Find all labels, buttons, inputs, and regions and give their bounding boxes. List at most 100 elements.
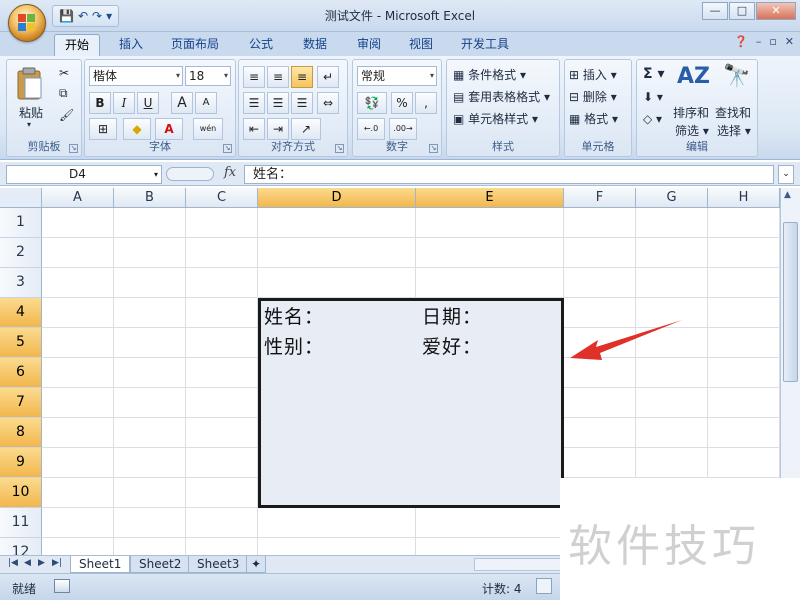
cell-d4[interactable]: 姓名： — [264, 302, 324, 329]
align-center-icon[interactable]: ☰ — [267, 92, 289, 114]
prev-sheet-icon[interactable]: ◀ — [24, 558, 31, 568]
tab-developer[interactable]: 开发工具 — [452, 34, 518, 56]
clipboard-launcher-icon[interactable]: ↘ — [69, 144, 78, 153]
sheet-tab-sheet2[interactable]: Sheet2 — [130, 556, 191, 573]
tab-home[interactable]: 开始 — [54, 34, 100, 56]
row-header-9[interactable]: 9 — [0, 448, 42, 478]
format-as-table-button[interactable]: ▤ 套用表格格式 ▾ — [453, 88, 550, 105]
column-header-e[interactable]: E — [416, 188, 564, 208]
align-left-icon[interactable]: ☰ — [243, 92, 265, 114]
scroll-up-icon[interactable]: ▲ — [784, 190, 791, 200]
comma-style-button[interactable]: , — [415, 92, 437, 114]
row-header-7[interactable]: 7 — [0, 388, 42, 418]
first-sheet-icon[interactable]: |◀ — [8, 558, 18, 568]
number-launcher-icon[interactable]: ↘ — [429, 144, 438, 153]
tab-view[interactable]: 视图 — [398, 34, 444, 56]
ribbon-minimize-icon[interactable]: – — [756, 35, 762, 48]
column-header-c[interactable]: C — [186, 188, 258, 208]
row-header-2[interactable]: 2 — [0, 238, 42, 268]
conditional-formatting-button[interactable]: ▦ 条件格式 ▾ — [453, 66, 526, 83]
paste-button[interactable] — [15, 66, 45, 102]
insert-function-icon[interactable]: fx — [224, 165, 236, 180]
cell-d5[interactable]: 性别： — [264, 332, 324, 359]
font-name-select[interactable]: 楷体 ▾ — [89, 66, 183, 86]
number-format-select[interactable]: 常规 ▾ — [357, 66, 437, 86]
name-box[interactable]: D4 ▾ — [6, 165, 162, 184]
decrease-indent-icon[interactable]: ⇤ — [243, 118, 265, 140]
fill-color-icon[interactable]: ◆ — [123, 118, 151, 140]
next-sheet-icon[interactable]: ▶ — [38, 558, 45, 568]
selected-range-d4-e10[interactable] — [258, 298, 564, 508]
cut-icon[interactable]: ✂ — [59, 66, 69, 80]
maximize-button[interactable]: □ — [729, 2, 755, 20]
delete-cells-button[interactable]: ⊟ 删除 ▾ — [569, 88, 617, 105]
find-select-label-2[interactable]: 选择 ▾ — [717, 122, 751, 139]
sort-filter-label-2[interactable]: 筛选 ▾ — [675, 122, 709, 139]
help-icon[interactable]: ❓ — [734, 35, 748, 48]
paste-dropdown-icon[interactable]: ▾ — [27, 120, 31, 129]
row-header-1[interactable]: 1 — [0, 208, 42, 238]
find-select-icon[interactable]: 🔭 — [723, 64, 750, 89]
column-header-a[interactable]: A — [42, 188, 114, 208]
formula-expand-icon[interactable]: ⌄ — [778, 165, 794, 184]
italic-button[interactable]: I — [113, 92, 135, 114]
autosum-icon[interactable]: Σ ▾ — [643, 66, 664, 82]
tab-data[interactable]: 数据 — [292, 34, 338, 56]
cell-styles-button[interactable]: ▣ 单元格样式 ▾ — [453, 110, 538, 127]
row-header-5[interactable]: 5 — [0, 328, 42, 358]
row-header-8[interactable]: 8 — [0, 418, 42, 448]
tab-formulas[interactable]: 公式 — [238, 34, 284, 56]
column-header-f[interactable]: F — [564, 188, 636, 208]
column-header-d[interactable]: D — [258, 188, 416, 208]
ribbon-close-icon[interactable]: ✕ — [785, 35, 794, 48]
merge-center-icon[interactable]: ⇔ — [317, 92, 339, 114]
wrap-text-icon[interactable]: ↵ — [317, 66, 339, 88]
paste-label[interactable]: 粘贴 — [19, 104, 43, 121]
row-header-12[interactable]: 12 — [0, 538, 42, 555]
align-bottom-icon[interactable]: ≡ — [291, 66, 313, 88]
alignment-launcher-icon[interactable]: ↘ — [335, 144, 344, 153]
font-color-button[interactable]: A — [155, 118, 183, 140]
tab-review[interactable]: 审阅 — [346, 34, 392, 56]
formula-bar-splitter[interactable] — [166, 167, 214, 181]
format-cells-button[interactable]: ▦ 格式 ▾ — [569, 110, 618, 127]
column-header-b[interactable]: B — [114, 188, 186, 208]
bold-button[interactable]: B — [89, 92, 111, 114]
horizontal-scrollbar[interactable] — [474, 558, 564, 571]
sheet-tab-sheet1[interactable]: Sheet1 — [70, 556, 131, 573]
minimize-button[interactable]: — — [702, 2, 728, 20]
clear-icon[interactable]: ◇ ▾ — [643, 112, 662, 126]
insert-cells-button[interactable]: ⊞ 插入 ▾ — [569, 66, 617, 83]
orientation-icon[interactable]: ↗ — [291, 118, 321, 140]
tab-page-layout[interactable]: 页面布局 — [162, 34, 228, 56]
accounting-format-icon[interactable]: 💱 — [357, 92, 387, 114]
row-header-11[interactable]: 11 — [0, 508, 42, 538]
decrease-decimal-icon[interactable]: .00→ — [389, 118, 417, 140]
increase-decimal-icon[interactable]: ←.0 — [357, 118, 385, 140]
sheet-tab-sheet3[interactable]: Sheet3 — [188, 556, 249, 573]
font-size-select[interactable]: 18 ▾ — [185, 66, 231, 86]
align-top-icon[interactable]: ≡ — [243, 66, 265, 88]
row-header-10[interactable]: 10 — [0, 478, 42, 508]
fill-icon[interactable]: ⬇ ▾ — [643, 90, 663, 104]
borders-button[interactable]: ⊞ — [89, 118, 117, 140]
sort-filter-icon[interactable]: AZ — [677, 64, 710, 89]
close-button[interactable]: ✕ — [756, 2, 796, 20]
font-launcher-icon[interactable]: ↘ — [223, 144, 232, 153]
align-middle-icon[interactable]: ≡ — [267, 66, 289, 88]
cell-e5[interactable]: 爱好： — [422, 332, 482, 359]
increase-indent-icon[interactable]: ⇥ — [267, 118, 289, 140]
vertical-scroll-thumb[interactable] — [783, 222, 798, 382]
row-header-6[interactable]: 6 — [0, 358, 42, 388]
find-select-label-1[interactable]: 查找和 — [715, 104, 751, 121]
percent-style-button[interactable]: % — [391, 92, 413, 114]
name-box-dropdown-icon[interactable]: ▾ — [154, 166, 158, 183]
formula-input[interactable]: 姓名： — [244, 165, 774, 184]
office-button[interactable] — [8, 4, 46, 42]
cell-e4[interactable]: 日期： — [422, 302, 482, 329]
select-all-corner[interactable] — [0, 188, 42, 208]
column-header-h[interactable]: H — [708, 188, 780, 208]
phonetic-guide-button[interactable]: wén — [193, 118, 223, 140]
row-header-4[interactable]: 4 — [0, 298, 42, 328]
column-header-g[interactable]: G — [636, 188, 708, 208]
